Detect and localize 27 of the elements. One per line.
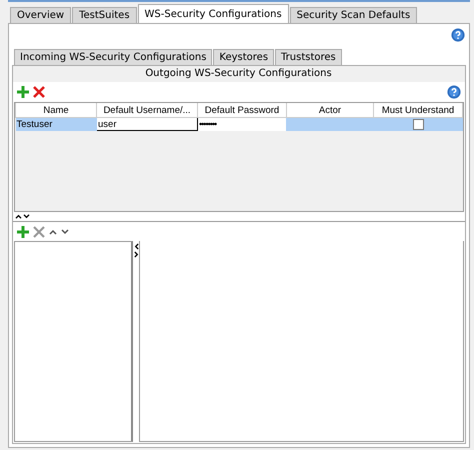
tab[interactable]: WS-Security Configurations [138, 4, 289, 23]
tab[interactable]: Keystores [213, 49, 274, 65]
table-cell: •••••••• [198, 118, 286, 130]
column-header[interactable]: Name [16, 103, 96, 118]
checkbox[interactable] [412, 118, 424, 130]
tab[interactable]: Incoming WS-Security Configurations [14, 49, 212, 65]
tab[interactable]: Truststores [275, 49, 342, 65]
tab[interactable]: Security Scan Defaults [290, 7, 418, 23]
collapse-left-icon[interactable] [134, 243, 138, 250]
tab[interactable]: TestSuites [72, 7, 137, 23]
column-header[interactable]: Actor [286, 103, 374, 118]
column-header[interactable]: Must Understand [374, 103, 462, 118]
table-cell: Testuser [16, 118, 96, 130]
input-field[interactable]: user [96, 118, 198, 130]
delete-icon[interactable] [33, 86, 45, 98]
help-icon[interactable] [447, 85, 461, 99]
add-icon[interactable] [17, 226, 29, 238]
collapse-up-icon[interactable] [15, 214, 22, 219]
collapse-down-icon[interactable] [23, 214, 30, 219]
column-header[interactable]: Default Password [198, 103, 286, 118]
tab[interactable]: Overview [10, 7, 72, 23]
collapse-right-icon[interactable] [134, 251, 138, 258]
column-header[interactable]: Default Username/... [96, 103, 198, 118]
move-up-icon[interactable] [49, 228, 57, 234]
help-icon[interactable] [451, 28, 465, 42]
add-icon[interactable] [17, 86, 29, 98]
move-down-icon[interactable] [61, 228, 69, 234]
